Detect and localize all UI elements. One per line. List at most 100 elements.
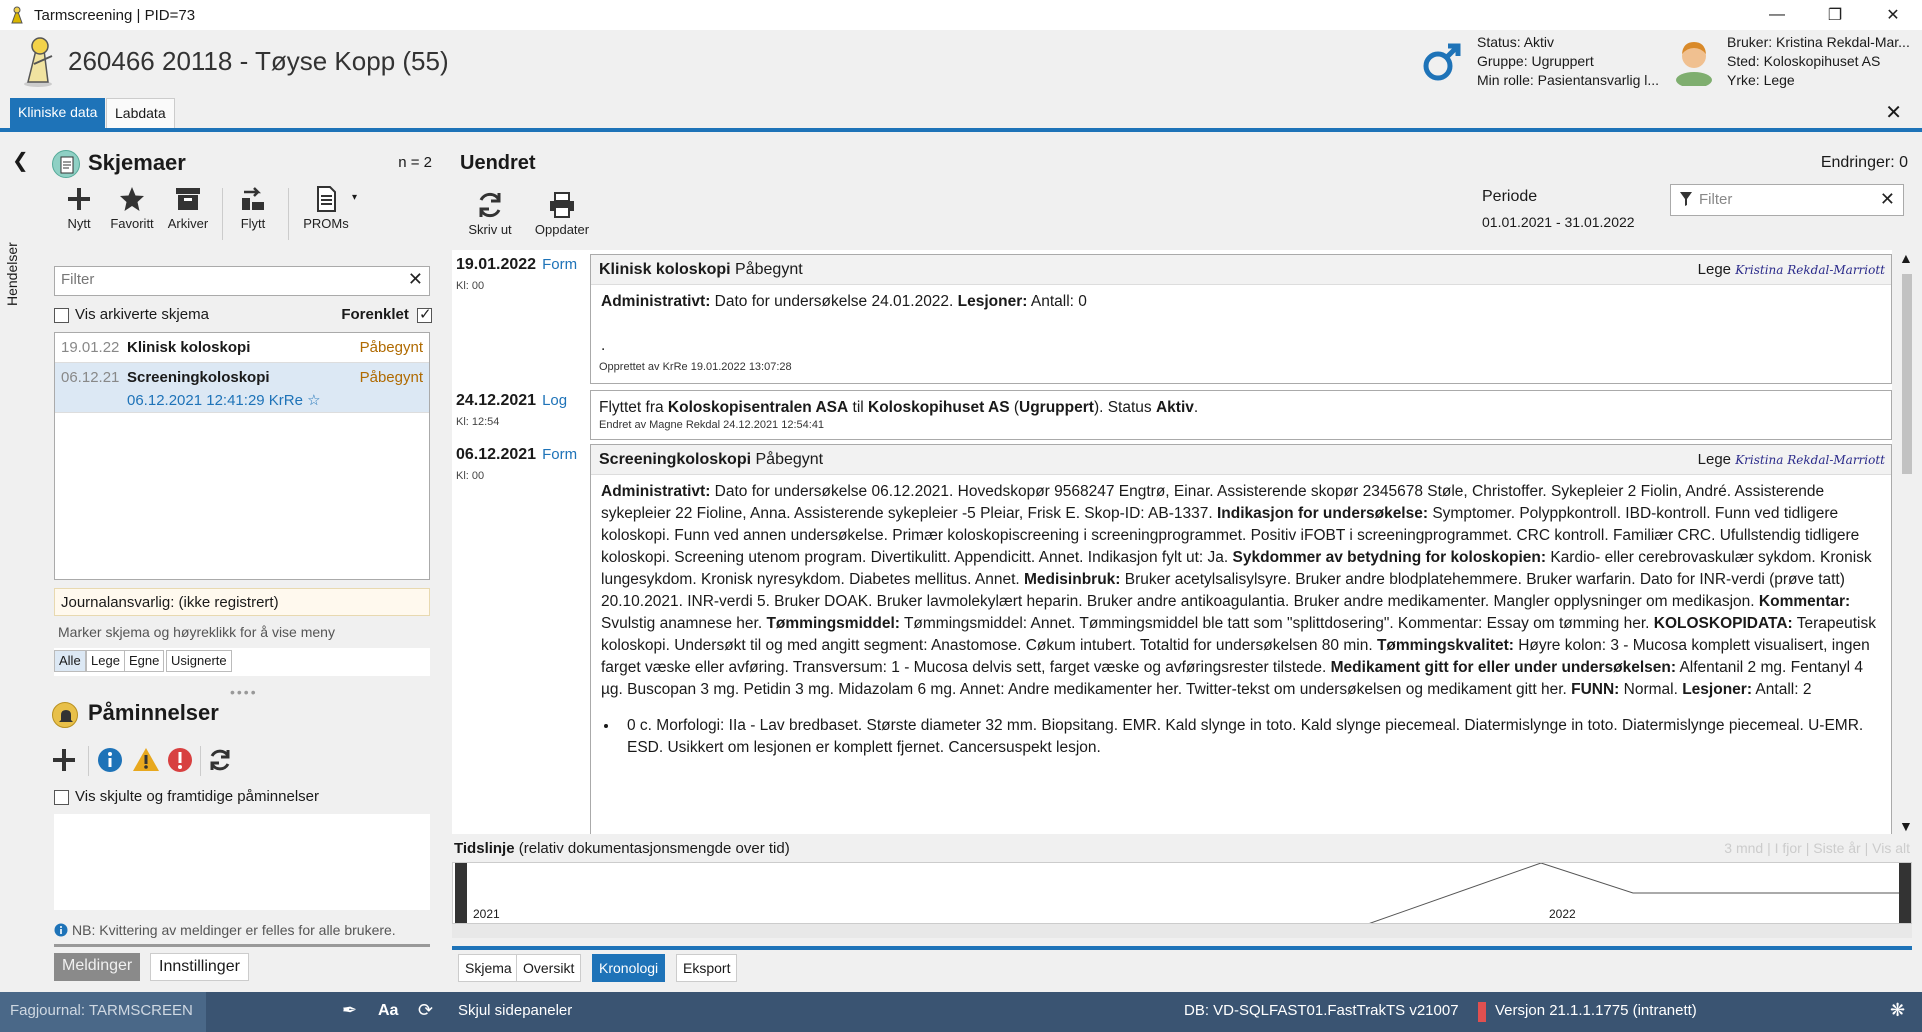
scroll-down-icon[interactable]: ▼	[1899, 818, 1913, 834]
refresh-icon[interactable]: ⟳	[418, 1000, 433, 1021]
close-window-button[interactable]: ✕	[1864, 0, 1922, 30]
list-item[interactable]: 19.01.22 Klinisk koloskopi Påbegynt	[55, 333, 429, 363]
maximize-button[interactable]: ❐	[1806, 0, 1864, 30]
hide-side-panels-button[interactable]: Skjul sidepaneler	[458, 1002, 572, 1019]
timeline-scrollbar[interactable]	[452, 924, 1912, 938]
chronology-filter-input[interactable]: Filter ✕	[1670, 184, 1904, 216]
plus-icon	[53, 749, 75, 771]
entry-type-link[interactable]: Log	[542, 392, 567, 409]
entry-date: 19.01.2022 Form	[456, 256, 578, 273]
chevron-left-icon[interactable]: ❮	[12, 148, 29, 173]
entry-body: Administrativt: Dato for undersøkelse 24…	[601, 293, 1087, 354]
rail-label-hendelser[interactable]: Hendelser	[4, 186, 20, 306]
proms-button[interactable]: PROMs	[298, 184, 354, 231]
forms-filter-tabs: Alle Lege Egne Usignerte	[54, 648, 430, 676]
tab-innstillinger[interactable]: Innstillinger	[150, 953, 249, 981]
forms-panel: Skjemaer n = 2 Nytt Favoritt Arkiver Fly…	[44, 136, 440, 992]
entry-card[interactable]: Screeningkoloskopi Påbegynt Lege Kristin…	[590, 444, 1892, 834]
clear-filter-icon[interactable]: ✕	[408, 269, 423, 290]
tab-lege[interactable]: Lege	[86, 650, 125, 672]
forms-title: Skjemaer	[88, 150, 186, 175]
archive-button[interactable]: Arkiver	[162, 184, 214, 231]
error-filter-button[interactable]	[166, 746, 194, 778]
document-icon	[317, 186, 336, 212]
checkbox[interactable]	[54, 789, 69, 805]
entry-type-link[interactable]: Form	[542, 446, 577, 463]
entry-type-link[interactable]: Form	[542, 256, 577, 273]
change-status-heading: Uendret	[460, 152, 536, 174]
patient-status-block: Status: Aktiv Gruppe: Ugruppert Min roll…	[1477, 33, 1659, 90]
version-info: Versjon 21.1.1.1775 (intranett)	[1495, 1002, 1697, 1019]
minimize-button[interactable]: —	[1748, 0, 1806, 30]
archive-icon	[176, 188, 200, 210]
chronology-scrollbar[interactable]: ▲ ▼	[1898, 250, 1916, 834]
tab-kliniske-data[interactable]: Kliniske data	[10, 98, 106, 128]
list-item[interactable]: 06.12.21 Screeningkoloskopi Påbegynt 06.…	[55, 363, 429, 413]
tab-meldinger[interactable]: Meldinger	[54, 953, 141, 981]
font-size-icon[interactable]: Aa	[378, 1002, 398, 1020]
new-form-button[interactable]: Nytt	[54, 184, 104, 231]
app-logo-icon	[14, 34, 62, 88]
journal-responsible: Journalansvarlig: (ikke registrert)	[54, 588, 430, 616]
timeline-range-links[interactable]: 3 mnd | I fjor | Siste år | Vis alt	[1724, 840, 1910, 856]
forms-filter-input[interactable]: Filter ✕	[54, 266, 430, 296]
tab-eksport[interactable]: Eksport	[676, 954, 738, 982]
tab-labdata[interactable]: Labdata	[106, 98, 175, 128]
user-block: Bruker: Kristina Rekdal-Mar... Sted: Kol…	[1727, 33, 1910, 90]
splitter-handle[interactable]: ••••	[230, 684, 258, 700]
toolbar-divider	[88, 746, 89, 776]
warning-filter-button[interactable]	[132, 746, 160, 778]
tab-egne[interactable]: Egne	[124, 650, 165, 672]
scroll-up-icon[interactable]: ▲	[1899, 250, 1913, 266]
checkbox[interactable]	[54, 307, 69, 323]
fagjournal-label[interactable]: Fagjournal: TARMSCREEN	[0, 992, 206, 1032]
show-hidden-reminders-checkbox[interactable]: Vis skjulte og framtidige påminnelser	[54, 788, 319, 805]
entry-card[interactable]: Flyttet fra Koloskopisentralen ASA til K…	[590, 390, 1892, 440]
dropdown-arrow-icon[interactable]: ▾	[352, 192, 357, 203]
tab-skjema[interactable]: Skjema	[458, 954, 519, 982]
entry-time: Kl: 00	[456, 470, 485, 482]
show-archived-checkbox[interactable]: Vis arkiverte skjema	[54, 306, 209, 323]
male-icon	[1418, 38, 1466, 86]
forms-hint: Marker skjema og høyreklikk for å vise m…	[58, 624, 335, 640]
refresh-icon	[479, 192, 501, 218]
filter-icon	[1679, 191, 1693, 211]
info-icon	[98, 748, 122, 772]
move-button[interactable]: Flytt	[228, 184, 278, 231]
app-icon	[6, 4, 28, 26]
simplified-checkbox[interactable]: Forenklet	[341, 305, 432, 323]
bug-icon[interactable]: ❋	[1890, 1000, 1905, 1021]
title-bar: Tarmscreening | PID=73 — ❐ ✕	[0, 0, 1922, 30]
tab-alle[interactable]: Alle	[54, 650, 86, 672]
info-filter-button[interactable]	[96, 746, 124, 778]
user-avatar	[1671, 36, 1717, 88]
reminders-tabs: Meldinger Innstillinger	[54, 944, 430, 984]
error-icon	[168, 748, 192, 772]
entry-body: Flyttet fra Koloskopisentralen ASA til K…	[599, 399, 1199, 416]
chronology-list: 19.01.2022 Form Kl: 00 Klinisk koloskopi …	[452, 250, 1892, 834]
close-icon[interactable]: ✕	[1885, 100, 1902, 125]
print-button[interactable]: Skriv ut	[460, 190, 520, 237]
toolbar-divider	[222, 188, 223, 240]
status-bar: Fagjournal: TARMSCREEN ✒ Aa ⟳ Skjul side…	[0, 992, 1922, 1032]
tab-oversikt[interactable]: Oversikt	[516, 954, 582, 982]
timeline-chart[interactable]: 2021 2022	[452, 862, 1912, 924]
favorite-button[interactable]: Favoritt	[106, 184, 158, 231]
user-profession: Yrke: Lege	[1727, 72, 1795, 88]
forms-count: n = 2	[398, 154, 432, 171]
checkbox[interactable]	[417, 305, 432, 323]
tab-kronologi[interactable]: Kronologi	[592, 954, 666, 982]
scroll-thumb[interactable]	[1902, 274, 1912, 474]
warning-icon	[133, 748, 159, 771]
entry-card[interactable]: Klinisk koloskopi Påbegynt Lege Kristina…	[590, 254, 1892, 384]
refresh-button[interactable]: Oppdater	[530, 190, 594, 237]
pin-icon[interactable]: ✒	[342, 1000, 357, 1021]
clear-filter-icon[interactable]: ✕	[1880, 189, 1895, 210]
tab-usignerte[interactable]: Usignerte	[166, 650, 232, 672]
entry-time: Kl: 12:54	[456, 416, 500, 428]
info-icon	[54, 923, 68, 937]
view-tabs: Skjema Oversikt Kronologi Eksport	[452, 946, 1912, 986]
chronology-panel: Uendret Endringer: 0 Skriv ut Oppdater P…	[452, 136, 1922, 992]
add-reminder-button[interactable]	[48, 744, 80, 780]
refresh-reminders-button[interactable]	[206, 746, 234, 778]
